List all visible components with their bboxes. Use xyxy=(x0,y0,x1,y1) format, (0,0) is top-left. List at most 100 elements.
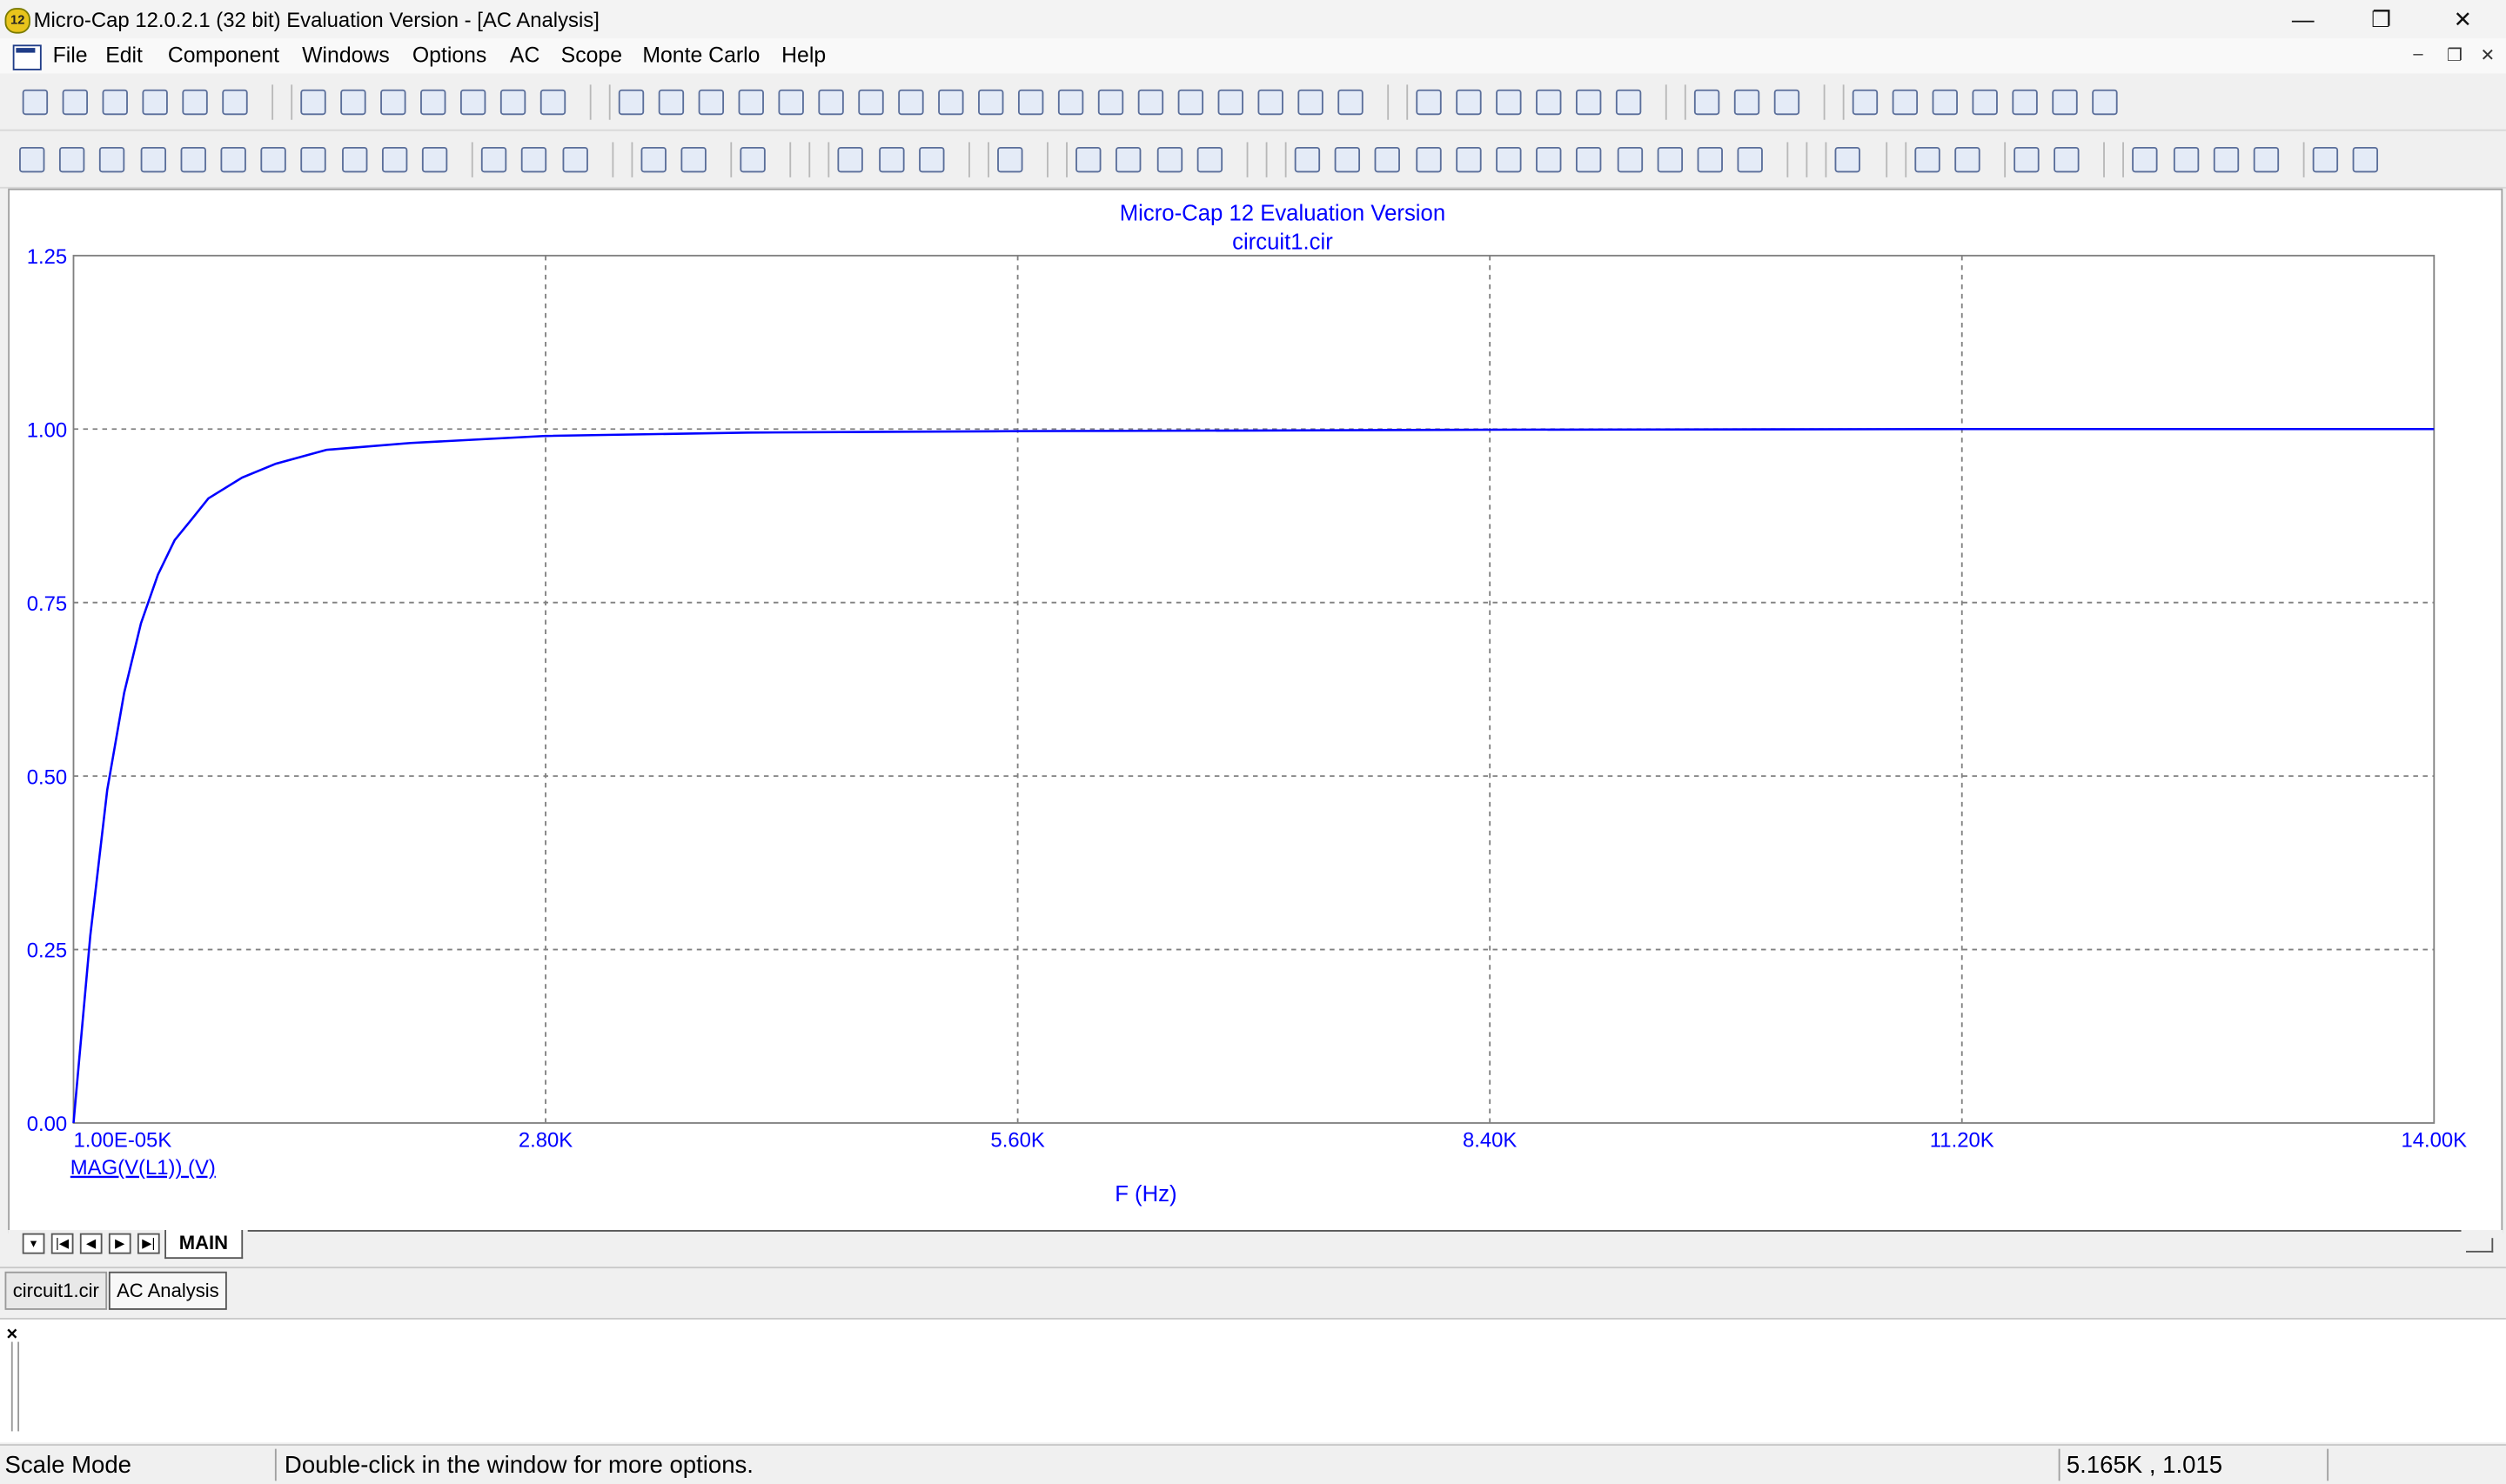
toolbar-tool-icon[interactable] xyxy=(818,89,844,116)
toolbar-tool-icon[interactable] xyxy=(222,89,248,116)
toolbar-tool-icon[interactable] xyxy=(301,146,327,173)
toolbar-tool-icon[interactable] xyxy=(62,89,89,116)
sheet-first-button[interactable]: |◀ xyxy=(50,1233,74,1254)
toolbar-tool-icon[interactable] xyxy=(2092,89,2118,116)
toolbar-tool-icon[interactable] xyxy=(1156,146,1183,173)
toolbar-tool-icon[interactable] xyxy=(2054,146,2080,173)
menu-component[interactable]: Component xyxy=(168,43,279,68)
toolbar-tool-icon[interactable] xyxy=(898,89,924,116)
toolbar-tool-icon[interactable] xyxy=(1057,89,1084,116)
toolbar-tool-icon[interactable] xyxy=(1536,89,1562,116)
toolbar-tool-icon[interactable] xyxy=(421,146,448,173)
toolbar-tool-icon[interactable] xyxy=(1737,146,1764,173)
toolbar-tool-icon[interactable] xyxy=(640,146,667,173)
toolbar-tool-icon[interactable] xyxy=(1773,89,1800,116)
toolbar-tool-icon[interactable] xyxy=(99,146,125,173)
toolbar-tool-icon[interactable] xyxy=(698,89,725,116)
toolbar-tool-icon[interactable] xyxy=(59,146,85,173)
toolbar-tool-icon[interactable] xyxy=(778,89,804,116)
mdi-close-button[interactable]: ✕ xyxy=(2481,44,2496,65)
toolbar-tool-icon[interactable] xyxy=(858,89,884,116)
toolbar-tool-icon[interactable] xyxy=(2014,146,2040,173)
close-button[interactable]: ✕ xyxy=(2426,3,2499,36)
toolbar-tool-icon[interactable] xyxy=(1217,89,1243,116)
toolbar-tool-icon[interactable] xyxy=(142,89,168,116)
menu-file[interactable]: File xyxy=(53,43,88,68)
toolbar-tool-icon[interactable] xyxy=(1196,146,1223,173)
toolbar-tool-icon[interactable] xyxy=(1257,89,1283,116)
toolbar-tool-icon[interactable] xyxy=(481,146,507,173)
toolbar-tool-icon[interactable] xyxy=(1375,146,1401,173)
toolbar-tool-icon[interactable] xyxy=(997,146,1023,173)
toolbar-tool-icon[interactable] xyxy=(2132,146,2159,173)
toolbar-tool-icon[interactable] xyxy=(1496,146,1522,173)
toolbar-tool-icon[interactable] xyxy=(2052,89,2078,116)
toolbar-tool-icon[interactable] xyxy=(102,89,128,116)
toolbar-tool-icon[interactable] xyxy=(539,89,566,116)
toolbar-tool-icon[interactable] xyxy=(978,89,1004,116)
toolbar-tool-icon[interactable] xyxy=(182,89,208,116)
toolbar-tool-icon[interactable] xyxy=(1116,146,1142,173)
toolbar-tool-icon[interactable] xyxy=(1835,146,1861,173)
toolbar-tool-icon[interactable] xyxy=(1455,146,1482,173)
sheet-menu-button[interactable]: ▾ xyxy=(22,1233,45,1254)
toolbar-tool-icon[interactable] xyxy=(738,89,764,116)
toolbar-tool-icon[interactable] xyxy=(2313,146,2339,173)
toolbar-tool-icon[interactable] xyxy=(1137,89,1164,116)
toolbar-tool-icon[interactable] xyxy=(1892,89,1919,116)
toolbar-tool-icon[interactable] xyxy=(1177,89,1204,116)
toolbar-tool-icon[interactable] xyxy=(499,89,526,116)
toolbar-tool-icon[interactable] xyxy=(1693,89,1720,116)
toolbar-tool-icon[interactable] xyxy=(1575,89,1602,116)
toolbar-tool-icon[interactable] xyxy=(1852,89,1879,116)
toolbar-tool-icon[interactable] xyxy=(740,146,767,173)
toolbar-tool-icon[interactable] xyxy=(1496,89,1522,116)
toolbar-tool-icon[interactable] xyxy=(1536,146,1562,173)
toolbar-tool-icon[interactable] xyxy=(1972,89,1998,116)
menu-windows[interactable]: Windows xyxy=(302,43,390,68)
toolbar-tool-icon[interactable] xyxy=(1097,89,1124,116)
resize-grip-icon[interactable] xyxy=(2466,1238,2494,1253)
toolbar-tool-icon[interactable] xyxy=(1576,146,1603,173)
menu-help[interactable]: Help xyxy=(781,43,826,68)
sheet-last-button[interactable]: ▶| xyxy=(137,1233,160,1254)
toolbar-tool-icon[interactable] xyxy=(1615,89,1642,116)
output-panel[interactable] xyxy=(0,1318,2506,1443)
toolbar-tool-icon[interactable] xyxy=(1616,146,1643,173)
restore-button[interactable]: ❐ xyxy=(2344,3,2417,36)
ac-analysis-plot[interactable]: Micro-Cap 12 Evaluation Version circuit1… xyxy=(10,191,2501,1232)
toolbar-tool-icon[interactable] xyxy=(1697,146,1723,173)
toolbar-tool-icon[interactable] xyxy=(19,146,45,173)
toolbar-tool-icon[interactable] xyxy=(1416,89,1442,116)
toolbar-tool-icon[interactable] xyxy=(1337,89,1364,116)
toolbar-tool-icon[interactable] xyxy=(1294,146,1321,173)
toolbar-tool-icon[interactable] xyxy=(1415,146,1441,173)
toolbar-tool-icon[interactable] xyxy=(220,146,246,173)
mdi-restore-button[interactable]: ❐ xyxy=(2447,44,2462,65)
toolbar-tool-icon[interactable] xyxy=(1932,89,1958,116)
menu-ac[interactable]: AC xyxy=(510,43,539,68)
sheet-prev-button[interactable]: ◀ xyxy=(79,1233,103,1254)
toolbar-tool-icon[interactable] xyxy=(521,146,547,173)
toolbar-tool-icon[interactable] xyxy=(2012,89,2038,116)
toolbar-tool-icon[interactable] xyxy=(1953,146,1980,173)
toolbar-tool-icon[interactable] xyxy=(381,146,407,173)
menu-scope[interactable]: Scope xyxy=(561,43,622,68)
toolbar-tool-icon[interactable] xyxy=(838,146,864,173)
toolbar-tool-icon[interactable] xyxy=(420,89,446,116)
toolbar-tool-icon[interactable] xyxy=(2353,146,2379,173)
tab-ac-analysis[interactable]: AC Analysis xyxy=(108,1271,227,1310)
toolbar-tool-icon[interactable] xyxy=(618,89,645,116)
toolbar-tool-icon[interactable] xyxy=(1657,146,1683,173)
menu-monte-carlo[interactable]: Monte Carlo xyxy=(642,43,760,68)
toolbar-tool-icon[interactable] xyxy=(139,146,166,173)
toolbar-tool-icon[interactable] xyxy=(561,146,588,173)
tab-circuit1[interactable]: circuit1.cir xyxy=(4,1271,108,1310)
trace-label[interactable]: MAG(V(L1)) (V) xyxy=(70,1156,216,1180)
toolbar-tool-icon[interactable] xyxy=(878,146,904,173)
toolbar-tool-icon[interactable] xyxy=(680,146,707,173)
toolbar-tool-icon[interactable] xyxy=(2213,146,2239,173)
minimize-button[interactable]: — xyxy=(2266,3,2339,36)
toolbar-tool-icon[interactable] xyxy=(1733,89,1760,116)
toolbar-tool-icon[interactable] xyxy=(1456,89,1482,116)
